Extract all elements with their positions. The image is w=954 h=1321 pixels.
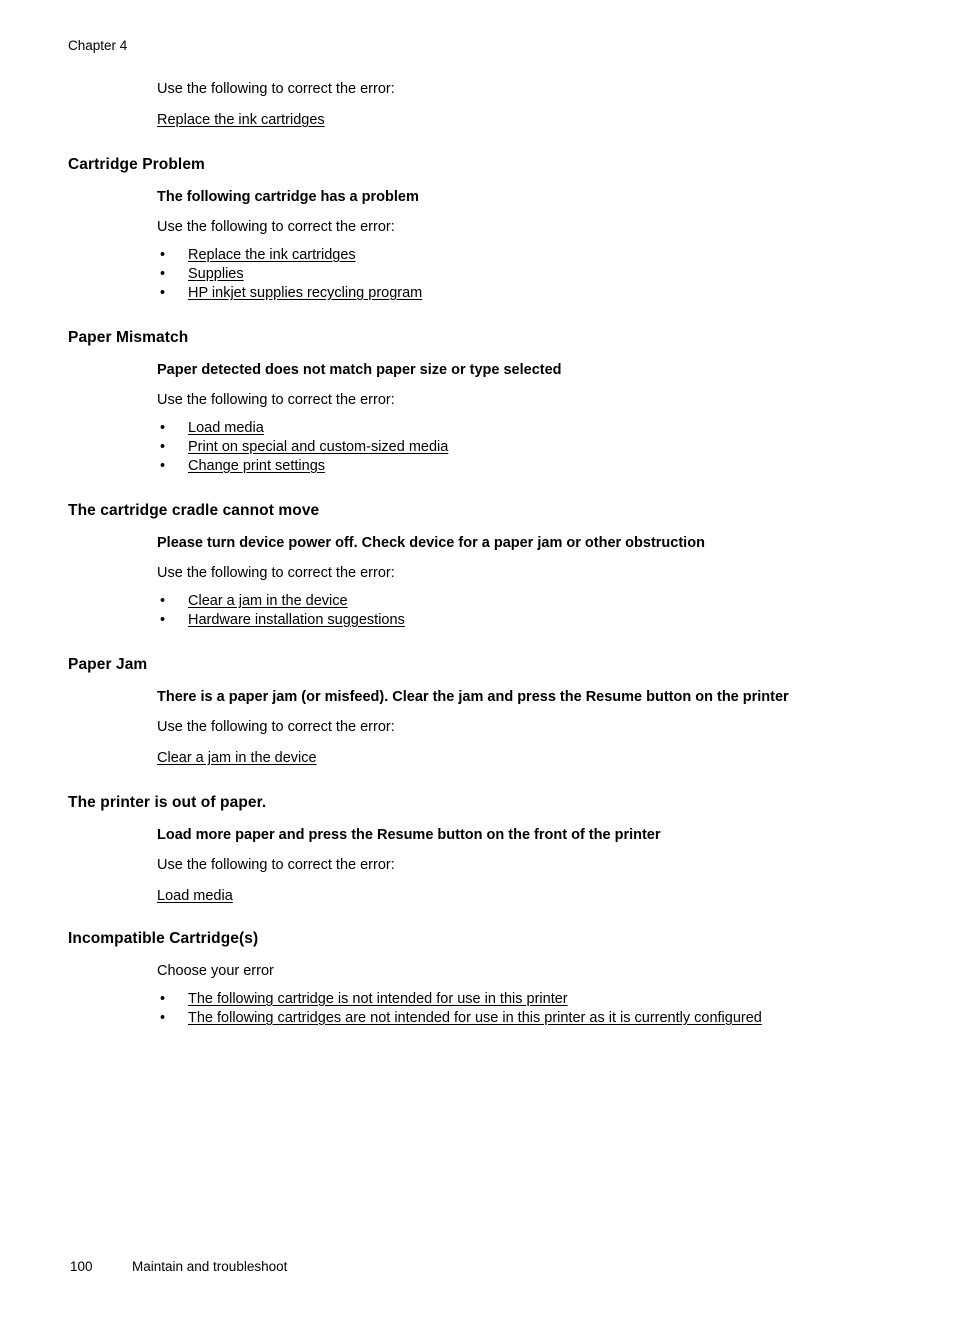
bullet-icon: •	[160, 593, 166, 609]
page-content: Use the following to correct the error: …	[0, 80, 954, 1028]
section-intro-text: Use the following to correct the error:	[157, 719, 395, 735]
list-item: • The following cartridges are not intend…	[157, 1009, 862, 1028]
section-body: Load more paper and press the Resume but…	[68, 826, 862, 906]
list-item: • Load media	[157, 419, 862, 438]
link-list: • Clear a jam in the device • Hardware ins…	[157, 592, 862, 630]
link-replace-the-ink-cartridges[interactable]: Replace the ink cartridges	[188, 247, 356, 263]
section-subheading: Paper detected does not match paper size…	[157, 362, 562, 378]
bullet-icon: •	[160, 439, 166, 455]
section-intro-text: Use the following to correct the error:	[157, 857, 395, 873]
bullet-icon: •	[160, 266, 166, 282]
section-title: The cartridge cradle cannot move	[68, 502, 320, 519]
bullet-icon: •	[160, 247, 166, 263]
link-load-media[interactable]: Load media	[157, 888, 233, 904]
list-item: • The following cartridge is not intended…	[157, 990, 862, 1009]
section-subheading: Please turn device power off. Check devi…	[157, 535, 705, 551]
list-item: • Change print settings	[157, 457, 862, 476]
section-title: Paper Jam	[68, 656, 148, 673]
section-body: The following cartridge has a problem Us…	[68, 188, 862, 303]
section-subheading: The following cartridge has a problem	[157, 189, 419, 205]
link-cartridge-not-intended-for-use[interactable]: The following cartridge is not intended …	[188, 991, 568, 1007]
section-intro-text: Use the following to correct the error:	[157, 392, 395, 408]
list-item: • Hardware installation suggestions	[157, 611, 862, 630]
document-page: Chapter 4 Use the following to correct t…	[0, 0, 954, 1321]
section-title: Paper Mismatch	[68, 329, 189, 346]
link-hardware-installation-suggestions[interactable]: Hardware installation suggestions	[188, 612, 405, 628]
link-hp-inkjet-supplies-recycling-program[interactable]: HP inkjet supplies recycling program	[188, 285, 422, 301]
link-print-on-special-and-custom-sized-media[interactable]: Print on special and custom-sized media	[188, 439, 448, 455]
section-printer-out-of-paper: The printer is out of paper. Load more p…	[0, 793, 954, 906]
lead-link-row: Replace the ink cartridges	[157, 111, 862, 130]
section-paper-jam: Paper Jam There is a paper jam (or misfe…	[0, 655, 954, 768]
section-paper-mismatch: Paper Mismatch Paper detected does not m…	[0, 328, 954, 476]
list-item: • Clear a jam in the device	[157, 592, 862, 611]
page-number: 100	[70, 1259, 93, 1274]
link-list: • Load media • Print on special and custom…	[157, 419, 862, 476]
section-body: Paper detected does not match paper size…	[68, 361, 862, 476]
bullet-icon: •	[160, 420, 166, 436]
section-body: Choose your error • The following cartrid…	[68, 962, 862, 1028]
lead-intro-text: Use the following to correct the error:	[157, 81, 395, 97]
link-list: • Replace the ink cartridges • Supplies • H…	[157, 246, 862, 303]
footer-label: Maintain and troubleshoot	[132, 1259, 288, 1274]
section-title: Incompatible Cartridge(s)	[68, 930, 259, 947]
section-intro-text: Choose your error	[157, 963, 274, 979]
bullet-icon: •	[160, 1010, 166, 1026]
lead-block: Use the following to correct the error: …	[0, 80, 954, 130]
link-list: • The following cartridge is not intended…	[157, 990, 862, 1028]
link-clear-a-jam-in-the-device[interactable]: Clear a jam in the device	[188, 593, 348, 609]
link-replace-the-ink-cartridges[interactable]: Replace the ink cartridges	[157, 112, 325, 128]
list-item: • Print on special and custom-sized media	[157, 438, 862, 457]
link-clear-a-jam-in-the-device[interactable]: Clear a jam in the device	[157, 750, 317, 766]
bullet-icon: •	[160, 991, 166, 1007]
section-cartridge-problem: Cartridge Problem The following cartridg…	[0, 155, 954, 303]
section-incompatible-cartridges: Incompatible Cartridge(s) Choose your er…	[0, 929, 954, 1028]
list-item: • Replace the ink cartridges	[157, 246, 862, 265]
list-item: • Supplies	[157, 265, 862, 284]
section-intro-text: Use the following to correct the error:	[157, 565, 395, 581]
section-intro-text: Use the following to correct the error:	[157, 219, 395, 235]
section-subheading: There is a paper jam (or misfeed). Clear…	[157, 689, 789, 705]
link-change-print-settings[interactable]: Change print settings	[188, 458, 325, 474]
chapter-header: Chapter 4	[68, 38, 128, 53]
link-load-media[interactable]: Load media	[188, 420, 264, 436]
section-body: Please turn device power off. Check devi…	[68, 534, 862, 630]
section-subheading: Load more paper and press the Resume but…	[157, 827, 661, 843]
link-cartridges-not-intended-for-use-as-configured[interactable]: The following cartridges are not intende…	[188, 1010, 762, 1026]
section-bare-link-row: Clear a jam in the device	[157, 749, 862, 768]
bullet-icon: •	[160, 458, 166, 474]
section-body: There is a paper jam (or misfeed). Clear…	[68, 688, 862, 768]
bullet-icon: •	[160, 612, 166, 628]
bullet-icon: •	[160, 285, 166, 301]
section-title: The printer is out of paper.	[68, 794, 267, 811]
section-title: Cartridge Problem	[68, 156, 205, 173]
list-item: • HP inkjet supplies recycling program	[157, 284, 862, 303]
section-cartridge-cradle-cannot-move: The cartridge cradle cannot move Please …	[0, 501, 954, 630]
link-supplies[interactable]: Supplies	[188, 266, 244, 282]
section-bare-link-row: Load media	[157, 887, 862, 906]
